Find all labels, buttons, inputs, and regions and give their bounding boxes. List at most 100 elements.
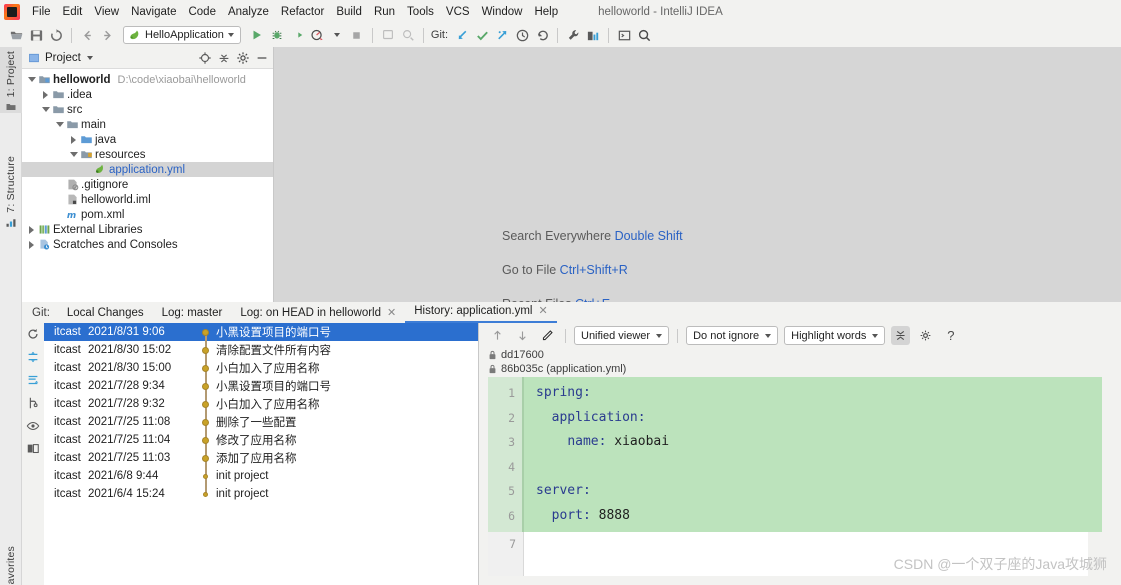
code-content[interactable]: spring: application: name: xiaobai serve… — [524, 377, 1088, 532]
stop-icon[interactable] — [347, 25, 367, 45]
gear-icon[interactable] — [236, 51, 250, 65]
commit-row[interactable]: itcast 2021/7/25 11:03 添加了应用名称 — [44, 449, 478, 467]
diff-code-view[interactable]: 1 2 3 4 5 6 spring: application: name: xiaoba… — [488, 377, 1088, 532]
tab-log-on-head[interactable]: Log: on HEAD in helloworld ✕ — [231, 306, 405, 323]
git-tool-window-tabs: Git: Local Changes Log: master Log: on H… — [22, 302, 1121, 323]
refresh-icon[interactable] — [26, 327, 40, 341]
tree-item-scratches-and-consoles[interactable]: Scratches and Consoles — [22, 237, 273, 252]
commit-row[interactable]: itcast 2021/7/25 11:04 修改了应用名称 — [44, 431, 478, 449]
menu-view[interactable]: View — [88, 4, 125, 20]
profiler-dropdown-icon[interactable] — [327, 25, 347, 45]
chevron-down-icon[interactable] — [26, 77, 37, 82]
tree-item-main[interactable]: main — [22, 117, 273, 132]
tab-local-changes[interactable]: Local Changes — [58, 307, 153, 323]
sync-icon[interactable] — [46, 25, 66, 45]
chevron-down-icon[interactable] — [86, 55, 93, 60]
chevron-right-icon[interactable] — [68, 135, 79, 144]
menu-file[interactable]: File — [26, 4, 57, 20]
settings-wrench-icon[interactable] — [563, 25, 583, 45]
tab-log-master[interactable]: Log: master — [153, 307, 232, 323]
commit-row[interactable]: itcast 2021/7/28 9:34 小黑设置项目的端口号 — [44, 377, 478, 395]
sidebar-item-project[interactable]: 1: Project — [0, 47, 22, 114]
run-icon[interactable] — [247, 25, 267, 45]
show-details-eye-icon[interactable] — [26, 419, 40, 433]
commit-row[interactable]: itcast 2021/7/28 9:32 小白加入了应用名称 — [44, 395, 478, 413]
menu-analyze[interactable]: Analyze — [222, 4, 275, 20]
git-update-icon[interactable] — [452, 25, 472, 45]
menu-refactor[interactable]: Refactor — [275, 4, 330, 20]
chevron-right-icon[interactable] — [40, 90, 51, 99]
commit-row[interactable]: itcast 2021/8/30 15:02 清除配置文件所有内容 — [44, 341, 478, 359]
menu-build[interactable]: Build — [330, 4, 368, 20]
git-commit-check-icon[interactable] — [472, 25, 492, 45]
menu-code[interactable]: Code — [182, 4, 222, 20]
tree-item-idea[interactable]: .idea — [22, 87, 273, 102]
menu-tools[interactable]: Tools — [401, 4, 440, 20]
tree-item-helloworld[interactable]: helloworld D:\code\xiaobai\helloworld — [22, 72, 273, 87]
hide-panel-icon[interactable] — [255, 51, 269, 65]
menu-window[interactable]: Window — [476, 4, 529, 20]
help-button[interactable]: ? — [941, 326, 960, 345]
collapse-all-icon[interactable] — [217, 51, 231, 65]
sidebar-item-structure[interactable]: 7: Structure — [0, 152, 22, 229]
save-all-icon[interactable] — [26, 25, 46, 45]
tree-item-resources[interactable]: resources — [22, 147, 273, 162]
show-diff-icon[interactable] — [26, 442, 40, 456]
menu-help[interactable]: Help — [528, 4, 564, 20]
commit-row[interactable]: itcast 2021/8/31 9:06 小黑设置项目的端口号 — [44, 323, 478, 341]
commit-icon[interactable] — [398, 25, 418, 45]
highlight-mode-dropdown[interactable]: Highlight words — [784, 326, 886, 345]
git-revert-icon[interactable] — [532, 25, 552, 45]
run-configuration-selector[interactable]: HelloApplication — [123, 26, 241, 44]
terminal-icon[interactable] — [614, 25, 634, 45]
chevron-down-icon[interactable] — [54, 122, 65, 127]
previous-difference-icon[interactable] — [488, 326, 507, 345]
project-structure-icon[interactable] — [583, 25, 603, 45]
tree-item-external-libraries[interactable]: External Libraries — [22, 222, 273, 237]
menu-run[interactable]: Run — [368, 4, 401, 20]
viewer-mode-dropdown[interactable]: Unified viewer — [574, 326, 670, 345]
chevron-right-icon[interactable] — [26, 225, 37, 234]
commit-row[interactable]: itcast 2021/6/4 15:24 init project — [44, 485, 478, 503]
back-arrow-icon[interactable] — [77, 25, 97, 45]
project-tree[interactable]: helloworld D:\code\xiaobai\helloworld .ide… — [22, 69, 273, 252]
next-difference-icon[interactable] — [513, 326, 532, 345]
update-project-icon[interactable] — [378, 25, 398, 45]
run-with-coverage-icon[interactable] — [287, 25, 307, 45]
tree-item-java[interactable]: java — [22, 132, 273, 147]
locate-file-icon[interactable] — [198, 51, 212, 65]
commit-row[interactable]: itcast 2021/7/25 11:08 删除了一些配置 — [44, 413, 478, 431]
commit-row[interactable]: itcast 2021/6/8 9:44 init project — [44, 467, 478, 485]
chevron-down-icon[interactable] — [68, 152, 79, 157]
tab-history-application-yml[interactable]: History: application.yml ✕ — [405, 304, 557, 323]
tree-item-helloworld-iml[interactable]: helloworld.iml — [22, 192, 273, 207]
search-icon[interactable] — [634, 25, 654, 45]
collapse-unchanged-icon[interactable] — [891, 326, 911, 345]
menu-edit[interactable]: Edit — [57, 4, 89, 20]
expand-all-icon[interactable] — [26, 350, 40, 364]
whitespace-mode-dropdown[interactable]: Do not ignore — [686, 326, 779, 345]
tree-item-pom-xml[interactable]: m pom.xml — [22, 207, 273, 222]
commit-history-list[interactable]: itcast 2021/8/31 9:06 小黑设置项目的端口号 itcast 2021… — [44, 323, 479, 585]
menu-navigate[interactable]: Navigate — [125, 4, 182, 20]
commit-row[interactable]: itcast 2021/8/30 15:00 小白加入了应用名称 — [44, 359, 478, 377]
sidebar-item-favorites[interactable]: 2: Favorites — [0, 542, 22, 585]
open-project-icon[interactable] — [6, 25, 26, 45]
close-icon[interactable]: ✕ — [538, 304, 547, 317]
edit-source-icon[interactable] — [538, 326, 557, 345]
profiler-icon[interactable] — [307, 25, 327, 45]
tree-item-application-yml[interactable]: application.yml — [22, 162, 273, 177]
tree-item-gitignore[interactable]: .gitignore — [22, 177, 273, 192]
git-push-icon[interactable] — [492, 25, 512, 45]
forward-arrow-icon[interactable] — [97, 25, 117, 45]
collapse-all-icon[interactable] — [26, 373, 40, 387]
debug-icon[interactable] — [267, 25, 287, 45]
branch-icon[interactable] — [26, 396, 40, 410]
chevron-right-icon[interactable] — [26, 240, 37, 249]
git-history-clock-icon[interactable] — [512, 25, 532, 45]
chevron-down-icon[interactable] — [40, 107, 51, 112]
menu-vcs[interactable]: VCS — [440, 4, 476, 20]
close-icon[interactable]: ✕ — [387, 306, 396, 319]
tree-item-src[interactable]: src — [22, 102, 273, 117]
diff-settings-gear-icon[interactable] — [916, 326, 935, 345]
